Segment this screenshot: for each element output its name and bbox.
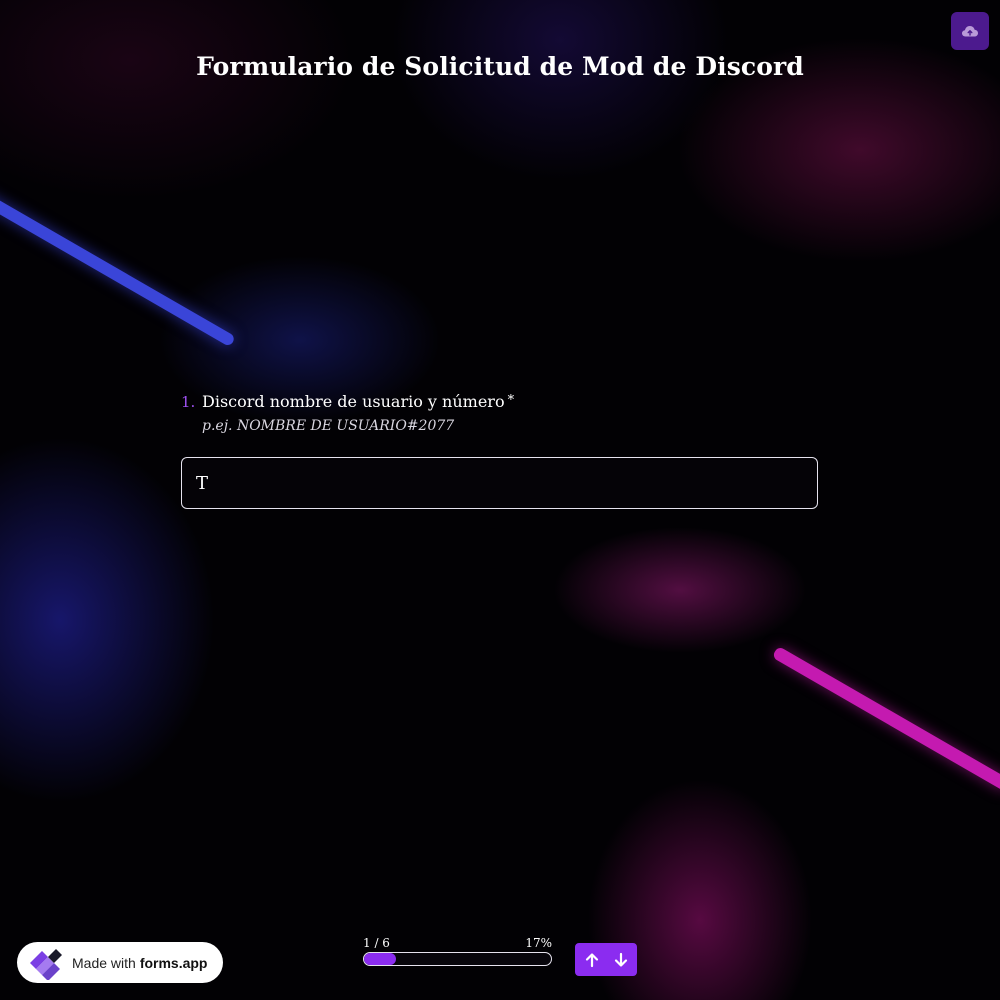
question-block: 1. Discord nombre de usuario y número * …	[181, 392, 821, 434]
made-with-forms-app-badge[interactable]: Made with forms.app	[17, 942, 223, 983]
decorative-pink-streak	[771, 645, 1000, 793]
question-hint: p.ej. NOMBRE DE USUARIO#2077	[202, 418, 455, 434]
progress-fill	[364, 953, 396, 965]
progress-track	[363, 952, 552, 966]
forms-app-logo-icon	[26, 946, 66, 980]
progress-indicator: 1 / 6 17%	[363, 936, 552, 966]
arrow-up-icon	[585, 952, 598, 967]
required-mark: *	[507, 393, 515, 408]
progress-labels: 1 / 6 17%	[363, 936, 552, 952]
form-page: Formulario de Solicitud de Mod de Discor…	[0, 0, 1000, 1000]
previous-question-button[interactable]	[579, 947, 605, 973]
question-label: Discord nombre de usuario y número	[202, 392, 505, 411]
badge-made-with-text: Made with	[72, 954, 136, 971]
progress-step: 1 / 6	[363, 936, 390, 950]
question-navigation	[575, 943, 637, 976]
question-number: 1.	[181, 393, 196, 411]
cloud-upload-icon	[962, 26, 978, 37]
next-question-button[interactable]	[608, 947, 634, 973]
question-header: 1. Discord nombre de usuario y número *	[181, 392, 821, 411]
progress-percent: 17%	[525, 936, 552, 950]
username-input[interactable]	[181, 457, 818, 509]
save-progress-button[interactable]	[951, 12, 989, 50]
decorative-blue-streak	[0, 190, 236, 348]
form-title: Formulario de Solicitud de Mod de Discor…	[196, 52, 804, 81]
arrow-down-icon	[614, 952, 627, 967]
badge-brand-text: forms.app	[139, 954, 208, 971]
